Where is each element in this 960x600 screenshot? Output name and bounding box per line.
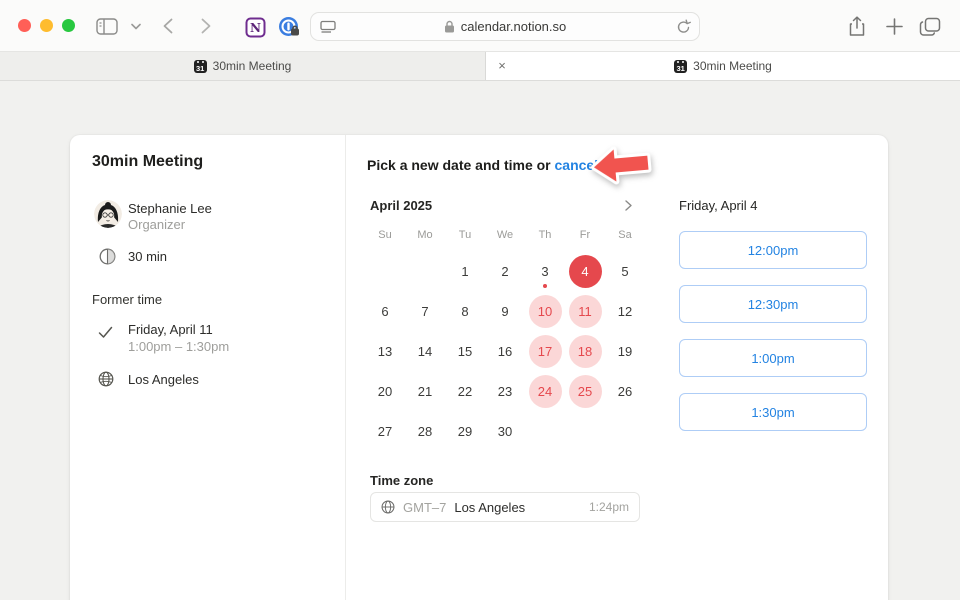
calendar-day-30[interactable]: 30 bbox=[485, 411, 525, 451]
time-slot-list: 12:00pm 12:30pm 1:00pm 1:30pm bbox=[679, 231, 867, 431]
calendar-day-5[interactable]: 5 bbox=[605, 251, 645, 291]
calendar-day-10[interactable]: 10 bbox=[525, 291, 565, 331]
minimize-window-button[interactable] bbox=[40, 19, 53, 32]
tab-30min-meeting-inactive[interactable]: 31 30min Meeting bbox=[0, 52, 486, 80]
globe-icon bbox=[381, 500, 395, 514]
calendar-day-6[interactable]: 6 bbox=[365, 291, 405, 331]
duration-icon bbox=[99, 248, 116, 265]
onepassword-extension-icon[interactable] bbox=[277, 15, 301, 39]
notion-calendar-favicon-icon: 31 bbox=[194, 60, 207, 73]
weekday-label: Fr bbox=[565, 229, 605, 241]
new-tab-icon[interactable] bbox=[882, 14, 906, 38]
meeting-location: Los Angeles bbox=[128, 372, 199, 387]
page-background: 30min Meeting Stephanie Lee Organizer 30… bbox=[0, 81, 960, 600]
reload-icon[interactable] bbox=[676, 19, 691, 35]
calendar-day-1[interactable]: 1 bbox=[445, 251, 485, 291]
zoom-window-button[interactable] bbox=[62, 19, 75, 32]
meeting-title: 30min Meeting bbox=[92, 153, 203, 171]
booking-card: 30min Meeting Stephanie Lee Organizer 30… bbox=[70, 135, 888, 600]
timezone-current-time: 1:24pm bbox=[589, 500, 629, 514]
time-slot-button-1:30pm[interactable]: 1:30pm bbox=[679, 393, 867, 431]
timezone-label: Time zone bbox=[370, 473, 433, 488]
weekday-row: SuMoTuWeThFrSa bbox=[365, 229, 645, 241]
check-icon bbox=[98, 326, 113, 339]
back-button-icon[interactable] bbox=[156, 14, 180, 38]
pick-heading-text: Pick a new date and time or bbox=[367, 157, 555, 173]
timezone-gmt: GMT–7 bbox=[403, 500, 446, 515]
share-icon[interactable] bbox=[845, 15, 869, 39]
tab-title: 30min Meeting bbox=[693, 59, 772, 73]
empty-day-cell bbox=[365, 251, 405, 291]
weekday-label: We bbox=[485, 229, 525, 241]
calendar-day-11[interactable]: 11 bbox=[565, 291, 605, 331]
calendar-day-25[interactable]: 25 bbox=[565, 371, 605, 411]
selected-date-label: Friday, April 4 bbox=[679, 198, 758, 213]
empty-day-cell bbox=[405, 251, 445, 291]
former-time-range: 1:00pm – 1:30pm bbox=[128, 339, 229, 354]
calendar-day-9[interactable]: 9 bbox=[485, 291, 525, 331]
calendar-day-2[interactable]: 2 bbox=[485, 251, 525, 291]
weekday-label: Sa bbox=[605, 229, 645, 241]
lock-icon bbox=[444, 20, 455, 33]
weekday-label: Mo bbox=[405, 229, 445, 241]
calendar-day-18[interactable]: 18 bbox=[565, 331, 605, 371]
calendar-day-17[interactable]: 17 bbox=[525, 331, 565, 371]
former-time-label: Former time bbox=[92, 292, 162, 307]
calendar-day-19[interactable]: 19 bbox=[605, 331, 645, 371]
time-slot-button-12:30pm[interactable]: 12:30pm bbox=[679, 285, 867, 323]
calendar-day-16[interactable]: 16 bbox=[485, 331, 525, 371]
address-bar[interactable]: calendar.notion.so bbox=[310, 12, 700, 41]
calendar-day-13[interactable]: 13 bbox=[365, 331, 405, 371]
calendar-day-7[interactable]: 7 bbox=[405, 291, 445, 331]
calendar-day-4[interactable]: 4 bbox=[565, 251, 605, 291]
forward-button-icon[interactable] bbox=[194, 14, 218, 38]
chevron-down-icon[interactable] bbox=[124, 14, 148, 38]
tab-close-icon[interactable]: × bbox=[494, 58, 510, 74]
browser-toolbar: N calendar.notion.so bbox=[0, 0, 960, 52]
pick-heading: Pick a new date and time or cancel bbox=[367, 157, 598, 173]
calendar-day-14[interactable]: 14 bbox=[405, 331, 445, 371]
calendar-day-28[interactable]: 28 bbox=[405, 411, 445, 451]
former-date: Friday, April 11 bbox=[128, 322, 213, 337]
calendar-day-24[interactable]: 24 bbox=[525, 371, 565, 411]
weekday-label: Th bbox=[525, 229, 565, 241]
red-arrow-cursor-icon bbox=[588, 142, 653, 187]
organizer-name: Stephanie Lee bbox=[128, 201, 212, 216]
organizer-avatar bbox=[94, 200, 122, 228]
calendar-day-21[interactable]: 21 bbox=[405, 371, 445, 411]
svg-text:N: N bbox=[250, 21, 261, 35]
time-slot-button-12:00pm[interactable]: 12:00pm bbox=[679, 231, 867, 269]
globe-icon bbox=[98, 371, 114, 387]
weekday-label: Su bbox=[365, 229, 405, 241]
calendar-day-15[interactable]: 15 bbox=[445, 331, 485, 371]
notion-extension-icon[interactable]: N bbox=[243, 15, 267, 39]
calendar-day-12[interactable]: 12 bbox=[605, 291, 645, 331]
tab-overview-icon[interactable] bbox=[918, 15, 942, 39]
calendar-grid: 1234567891011121314151617181920212223242… bbox=[365, 251, 645, 451]
organizer-role: Organizer bbox=[128, 217, 185, 232]
tab-bar: 31 30min Meeting × 31 30min Meeting bbox=[0, 52, 960, 81]
next-month-icon[interactable] bbox=[620, 197, 636, 213]
calendar-day-8[interactable]: 8 bbox=[445, 291, 485, 331]
url-text: calendar.notion.so bbox=[461, 19, 567, 34]
calendar-day-22[interactable]: 22 bbox=[445, 371, 485, 411]
weekday-label: Tu bbox=[445, 229, 485, 241]
timezone-selector[interactable]: GMT–7 Los Angeles 1:24pm bbox=[370, 492, 640, 522]
calendar-day-23[interactable]: 23 bbox=[485, 371, 525, 411]
calendar-day-27[interactable]: 27 bbox=[365, 411, 405, 451]
sidebar-toggle-icon[interactable] bbox=[95, 14, 119, 38]
panel-divider bbox=[345, 135, 346, 600]
calendar-day-26[interactable]: 26 bbox=[605, 371, 645, 411]
time-slot-button-1:00pm[interactable]: 1:00pm bbox=[679, 339, 867, 377]
month-label: April 2025 bbox=[370, 198, 432, 213]
meeting-duration: 30 min bbox=[128, 249, 167, 264]
close-window-button[interactable] bbox=[18, 19, 31, 32]
calendar-day-29[interactable]: 29 bbox=[445, 411, 485, 451]
calendar-day-20[interactable]: 20 bbox=[365, 371, 405, 411]
notion-calendar-favicon-icon: 31 bbox=[674, 60, 687, 73]
calendar-day-3[interactable]: 3 bbox=[525, 251, 565, 291]
tab-30min-meeting-active[interactable]: × 31 30min Meeting bbox=[486, 52, 960, 80]
tab-title: 30min Meeting bbox=[213, 59, 292, 73]
timezone-city: Los Angeles bbox=[454, 500, 525, 515]
